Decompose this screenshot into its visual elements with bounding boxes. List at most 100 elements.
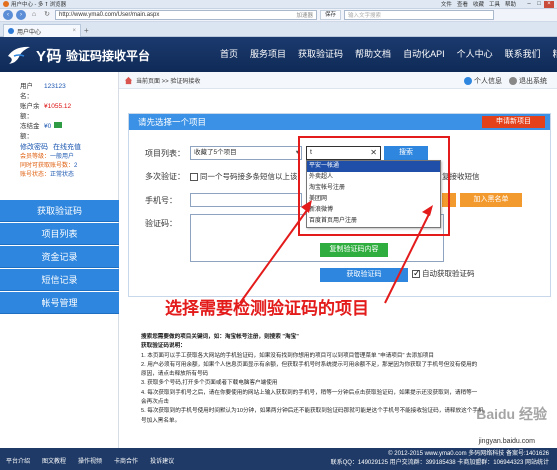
main-nav: 首页 服务项目 获取验证码 帮助文档 自动化API 个人中心 联系我们 精品推 xyxy=(214,37,557,72)
footer-link-tutorial[interactable]: 图文教程 xyxy=(42,456,66,465)
help-line: 4. 每次获取到手机号之后，请在你要使用的网站上输入获取到的手机号，稍等一分钟后… xyxy=(141,389,478,396)
menu-file[interactable]: 文件 xyxy=(441,0,452,8)
brand-subtitle: 验证码接收平台 xyxy=(66,48,151,63)
level-label: 会员等级： xyxy=(20,154,51,160)
status-value: 正常状态 xyxy=(50,172,75,178)
concurrent-value: 2 xyxy=(74,163,78,169)
nav-featured[interactable]: 精品推 xyxy=(547,37,557,72)
level-value: 一般用户 xyxy=(50,154,75,160)
watermark-url: jingyan.baidu.com xyxy=(478,438,535,445)
side-menu: 获取验证码 项目列表 资金记录 短信记录 帐号管理 xyxy=(0,200,119,315)
account-summary: 用户名： 123123 账户余额： ¥1055.12 冻结金额： ¥0 修改密码 在线… xyxy=(0,72,118,180)
copy-code-button[interactable]: 复制验证码内容 xyxy=(320,243,388,257)
help-tip: 搜索您需要做的项目关键词，如：淘宝帐号注册，则搜索 "淘宝" xyxy=(141,334,299,340)
multi-verify-option[interactable]: 同一个号码接多条短信以上该 xyxy=(190,171,298,182)
get-code-button[interactable]: 获取验证码 xyxy=(320,268,408,282)
user-info-link[interactable]: 个人信息 xyxy=(464,76,502,86)
brand-logo[interactable]: Y码 验证码接收平台 xyxy=(6,41,150,69)
help-line: 3. 获取多个号码,打开多个页面或者下载电脑客户端使用 xyxy=(141,380,278,387)
close-icon[interactable]: × xyxy=(544,0,554,8)
nav-help-docs[interactable]: 帮助文档 xyxy=(349,37,397,72)
footer-link-feedback[interactable]: 投诉建议 xyxy=(150,456,174,465)
sidebar: 用户名： 123123 账户余额： ¥1055.12 冻结金额： ¥0 修改密码 在线… xyxy=(0,72,119,452)
username-value: 123123 xyxy=(44,83,66,90)
help-line: 2. 用户必须有可用余额，如果个人信息页面显示有余额，但获取手机号时系统提示可用… xyxy=(141,361,478,368)
refresh-icon[interactable]: ↻ xyxy=(42,10,52,20)
sidebar-item-sms-records[interactable]: 短信记录 xyxy=(0,269,119,291)
forward-icon[interactable]: › xyxy=(16,10,26,20)
browser-search-input[interactable]: 输入文字搜索 xyxy=(344,10,495,20)
nav-user-center[interactable]: 个人中心 xyxy=(451,37,499,72)
sidebar-item-account[interactable]: 帐号管理 xyxy=(0,292,119,314)
project-select-value: 收藏了5个项目 xyxy=(194,149,237,156)
footer-info: © 2012-2015 www.yma0.com 多码网络科技 备案号:1401… xyxy=(331,450,549,468)
auto-get-checkbox[interactable] xyxy=(412,268,421,279)
sidebar-item-get-code[interactable]: 获取验证码 xyxy=(0,200,119,222)
site-header: Y码 验证码接收平台 首页 服务项目 获取验证码 帮助文档 自动化API 个人中… xyxy=(0,37,557,72)
balance-value: ¥1055.12 xyxy=(44,103,72,110)
footer-link-about[interactable]: 平台介绍 xyxy=(6,456,30,465)
frozen-value: ¥0 xyxy=(44,123,52,130)
back-icon[interactable]: ‹ xyxy=(3,10,13,20)
logout-label: 退出系统 xyxy=(519,77,547,85)
new-tab-icon[interactable]: + xyxy=(84,26,89,35)
auto-get-label: 自动获取验证码 xyxy=(422,269,475,278)
tab-user-center[interactable]: 用户中心 × xyxy=(3,24,81,37)
new-project-button[interactable]: 申请新项目 xyxy=(482,116,545,128)
multi-verify-text: 同一个号码接多条短信以上该 xyxy=(200,172,298,181)
nav-services[interactable]: 服务项目 xyxy=(244,37,292,72)
url-field[interactable]: http://www.yma0.com/User/main.aspx 加速器 xyxy=(55,10,317,20)
browser-logo-icon xyxy=(3,1,9,7)
tab-close-icon[interactable]: × xyxy=(72,28,76,34)
power-icon xyxy=(509,76,517,85)
swallow-logo-icon xyxy=(8,46,30,64)
menu-favorites[interactable]: 收藏 xyxy=(473,0,484,8)
contact-info: 联系QQ：149029125 用户交流群：399185438 卡商加盟群：106… xyxy=(330,460,549,466)
home-icon xyxy=(124,76,133,84)
user-tools: 个人信息 退出系统 xyxy=(464,72,547,89)
sidebar-item-funds[interactable]: 资金记录 xyxy=(0,246,119,268)
recharge-link[interactable]: 在线充值 xyxy=(53,143,81,153)
menu-tools[interactable]: 工具 xyxy=(489,0,500,8)
window-title: 用户中心 - 多 ٱ 浏览器 xyxy=(11,2,67,8)
nav-home[interactable]: 首页 xyxy=(214,37,244,72)
logout-link[interactable]: 退出系统 xyxy=(509,76,547,86)
user-icon xyxy=(464,76,472,85)
nav-contact[interactable]: 联系我们 xyxy=(499,37,547,72)
project-select[interactable]: 收藏了5个项目 ▾ xyxy=(190,146,302,160)
help-line: 1. 本页面可以手工获取各大网站的手机验证码，如果没有找到你想用的项目可以到项目… xyxy=(141,352,434,359)
menu-help[interactable]: 帮助 xyxy=(505,0,516,8)
footer-link-partner[interactable]: 卡商合作 xyxy=(114,456,138,465)
address-bar: ‹ › ⌂ ↻ http://www.yma0.com/User/main.as… xyxy=(0,9,557,22)
breadcrumb-bar: 当前页面 >> 验证码接收 个人信息 退出系统 xyxy=(119,72,557,89)
sidebar-item-project-list[interactable]: 项目列表 xyxy=(0,223,119,245)
user-info-label: 个人信息 xyxy=(474,77,502,85)
phone-label: 手机号： xyxy=(145,196,177,205)
favorite-button[interactable]: 保存 xyxy=(320,10,342,20)
annotation-highlight-box xyxy=(298,136,450,236)
help-title: 获取验证码说明： xyxy=(141,343,186,350)
home-nav-icon[interactable]: ⌂ xyxy=(29,10,39,20)
maximize-icon[interactable]: □ xyxy=(534,1,544,8)
nav-api[interactable]: 自动化API xyxy=(397,37,451,72)
footer-link-video[interactable]: 操作视频 xyxy=(78,456,102,465)
browser-menu: 文件 查看 收藏 工具 帮助 xyxy=(441,0,516,8)
project-list-label: 项目列表： xyxy=(145,149,185,158)
menu-view[interactable]: 查看 xyxy=(457,0,468,8)
change-password-link[interactable]: 修改密码 xyxy=(20,143,48,153)
blacklist-button[interactable]: 加入黑名单 xyxy=(460,193,522,207)
minimize-icon[interactable]: – xyxy=(524,1,534,8)
breadcrumb: 当前页面 >> 验证码接收 xyxy=(136,78,201,85)
nav-get-code[interactable]: 获取验证码 xyxy=(292,37,349,72)
footer: 平台介绍 图文教程 操作视频 卡商合作 投诉建议 © 2012-2015 www… xyxy=(0,448,557,470)
auto-get-option[interactable]: 自动获取验证码 xyxy=(412,268,475,279)
balance-label: 账户余额： xyxy=(20,103,40,120)
phone-field[interactable] xyxy=(190,193,302,207)
annotation-caption: 选择需要检测验证码的项目 xyxy=(165,299,369,318)
multi-verify-checkbox[interactable] xyxy=(190,172,198,181)
url-text: http://www.yma0.com/User/main.aspx xyxy=(59,12,160,18)
watermark: Baidu 经验 xyxy=(476,406,547,422)
tab-label: 用户中心 xyxy=(17,29,42,36)
accelerator-label[interactable]: 加速器 xyxy=(296,11,313,19)
multi-verify-label: 多次验证： xyxy=(145,172,185,181)
